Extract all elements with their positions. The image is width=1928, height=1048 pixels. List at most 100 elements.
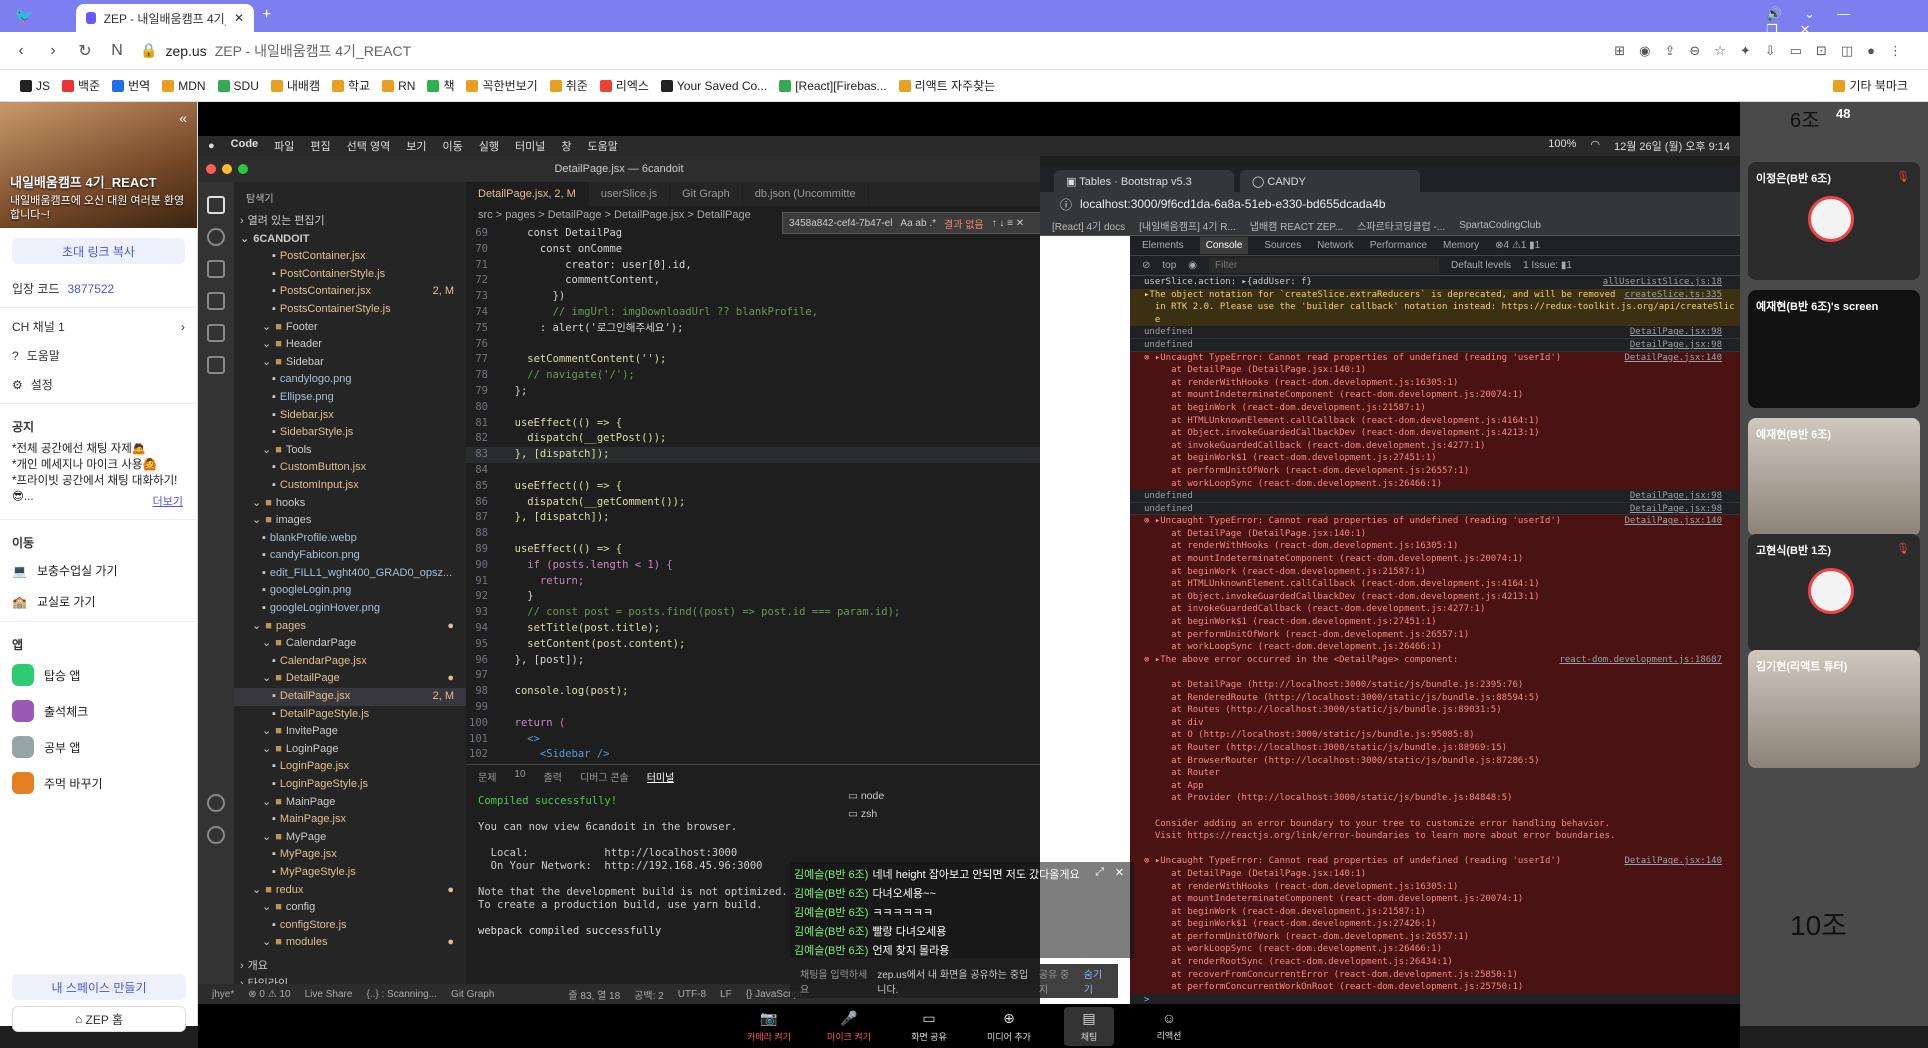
source-control-icon[interactable] [207, 260, 225, 278]
bookmark-item[interactable]: Your Saved Co... [660, 79, 767, 93]
file-tree-item[interactable]: ▪ googleLoginHover.png [234, 600, 466, 618]
outline-section[interactable]: › 개요 [234, 958, 466, 976]
file-tree-item[interactable]: ▪ blankProfile.webp [234, 530, 466, 548]
mac-menu-item[interactable]: 파일 [274, 138, 294, 154]
console-source-link[interactable]: DetailPage.jsx:140 [1624, 855, 1740, 868]
mac-menu-item[interactable]: 편집 [310, 138, 330, 154]
bookmark-item[interactable]: 꼭한번보기 [466, 77, 538, 94]
url-field[interactable]: 🔒 zep.us ZEP - 내일배움캠프 4기_REACT [140, 41, 411, 61]
find-nav-icons[interactable]: ↑ ↓ ≡ ✕ [992, 218, 1025, 229]
panel-tab[interactable]: 터미널 [646, 769, 675, 784]
video-tile[interactable]: 예재현(B반 6조)'s screen [1748, 290, 1920, 408]
file-tree-item[interactable]: ▪ googleLogin.png [234, 582, 466, 600]
settings-link[interactable]: ⚙ 설정 [0, 370, 197, 399]
issues-count[interactable]: 1 Issue: ▮1 [1523, 260, 1572, 271]
bookmark-item[interactable]: 리액트 자주찾는 [898, 77, 995, 94]
file-tree-item[interactable]: ▪ PostsContainerStyle.js [234, 301, 466, 319]
file-tree-item[interactable]: ▪ MyPageStyle.js [234, 864, 466, 882]
editor-tab[interactable]: Git Graph [670, 182, 743, 206]
mac-menu-item[interactable]: 터미널 [515, 138, 545, 154]
mac-menu-item[interactable]: 선택 영역 [347, 138, 391, 154]
bookmark-item[interactable]: 내배캠 [270, 77, 320, 94]
back-icon[interactable]: ‹ [12, 42, 30, 60]
file-tree-item[interactable]: ▪ Ellipse.png [234, 389, 466, 407]
file-tree-item[interactable]: ⌄ ■ images [234, 512, 466, 530]
my-space-button[interactable]: 내 스페이스 만들기 [12, 974, 186, 1000]
root-folder[interactable]: ⌄ 6CANDOIT [234, 231, 466, 249]
file-tree-item[interactable]: ▪ MainPage.jsx [234, 811, 466, 829]
console-source-link[interactable]: DetailPage.jsx:140 [1624, 515, 1740, 528]
file-tree-item[interactable]: ▪ candyFabicon.png [234, 547, 466, 565]
channel-selector[interactable]: CH 채널 1 › [0, 312, 197, 341]
editor-tab[interactable]: db.json (Uncommitte [743, 182, 869, 206]
file-tree-item[interactable]: ⌄ ■ pages ● [234, 618, 466, 636]
find-input[interactable]: 3458a842-cef4-7b47-el [789, 218, 892, 229]
zep-home-button[interactable]: ⌂ ZEP 홈 [12, 1006, 186, 1032]
clear-console-icon[interactable]: ⊘ [1142, 260, 1150, 271]
file-tree-item[interactable]: ⌄ ■ CalendarPage [234, 635, 466, 653]
console-source-link[interactable]: react-dom.development.js:18687 [1559, 654, 1740, 667]
file-tree-item[interactable]: ▪ DetailPage.jsx 2, M [234, 688, 466, 706]
dev-bookmark[interactable]: 냅배캠 REACT ZEP... [1250, 218, 1343, 233]
participant-count[interactable]: 48 [1836, 106, 1850, 121]
dev-browser-address-bar[interactable]: ⓘ localhost:3000/9f6cd1da-6a8a-51eb-e330… [1040, 192, 1740, 216]
panel-tab[interactable]: 디버그 콘솔 [580, 769, 629, 784]
reload-icon[interactable]: ↻ [76, 41, 94, 61]
panel-tab[interactable]: 문제 [478, 769, 496, 784]
minimize-window-icon[interactable] [222, 164, 232, 174]
extensions-icon[interactable] [207, 324, 225, 342]
close-window-icon[interactable] [206, 164, 216, 174]
console-source-link[interactable]: DetailPage.jsx:98 [1630, 326, 1740, 338]
file-tree-item[interactable]: ⌄ ■ Sidebar [234, 354, 466, 372]
bookmark-item[interactable]: RN [382, 79, 415, 93]
video-tile[interactable]: 고현식(B반 1조) 🎙 [1748, 534, 1920, 652]
move-item[interactable]: 💻 보충수업실 가기 [0, 555, 197, 586]
file-tree-item[interactable]: ▪ PostsContainer.jsx 2, M [234, 283, 466, 301]
status-item[interactable]: UTF-8 [678, 989, 706, 1000]
devtools-tab[interactable]: Elements [1142, 240, 1184, 251]
terminal-shell[interactable]: ▭ zsh [842, 805, 1040, 823]
mac-menu-item[interactable]: 실행 [479, 138, 499, 154]
bookmark-item[interactable]: MDN [162, 79, 206, 93]
toolbar-button[interactable]: 📷 카메라 켜기 [744, 1010, 794, 1043]
bookmark-item[interactable]: JS [20, 79, 50, 93]
editor-tab[interactable]: DetailPage.jsx, 2, M [466, 182, 589, 206]
expand-chat-icon[interactable]: ⤢ [1095, 866, 1104, 879]
editor-tab[interactable]: userSlice.js [589, 182, 671, 206]
remote-icon[interactable] [207, 356, 225, 374]
eye-icon[interactable]: ◉ [1188, 260, 1197, 271]
maximize-window-icon[interactable] [238, 164, 248, 174]
file-tree-item[interactable]: ⌄ ■ Tools [234, 442, 466, 460]
file-tree-item[interactable]: ⌄ ■ Footer [234, 319, 466, 337]
status-item[interactable]: Live Share [305, 989, 353, 1000]
search-icon[interactable] [207, 228, 225, 246]
new-tab-button[interactable]: + [262, 6, 271, 24]
file-tree-item[interactable]: ▪ LoginPageStyle.js [234, 776, 466, 794]
dev-bookmark[interactable]: [React] 4기 docs [1052, 218, 1125, 233]
dev-bookmark[interactable]: SpartaCodingClub [1459, 220, 1541, 231]
close-chat-icon[interactable]: ✕ [1115, 866, 1124, 879]
bookmark-item[interactable]: 책 [427, 77, 454, 94]
find-options[interactable]: Aa ab .* [900, 218, 936, 229]
context-selector[interactable]: top [1162, 260, 1176, 271]
file-tree-item[interactable]: ⌄ ■ config [234, 899, 466, 917]
mac-menu-item[interactable]: 도움말 [587, 138, 617, 154]
open-editors-section[interactable]: › 열려 있는 편집기 [234, 213, 466, 231]
log-levels-dropdown[interactable]: Default levels [1451, 260, 1511, 271]
close-tab-icon[interactable]: ✕ [234, 11, 244, 25]
status-item[interactable]: {..} : Scanning... [366, 989, 437, 1000]
status-item[interactable]: LF [720, 989, 732, 1000]
file-tree-item[interactable]: ⌄ ■ MainPage [234, 794, 466, 812]
toolbar-button[interactable]: ⊕ 미디어 추가 [984, 1010, 1034, 1043]
file-tree-item[interactable]: ⌄ ■ InvitePage [234, 723, 466, 741]
code-area[interactable]: 69 const DetailPag 70 const onComme 71 cre… [466, 226, 1040, 764]
forward-icon[interactable]: › [44, 42, 62, 60]
browser-toolbar-icons[interactable]: ⊞◉⇪⊖☆✦⇩▭⊡◫●⋮ [1614, 43, 1916, 59]
file-tree-item[interactable]: ▪ DetailPageStyle.js [234, 706, 466, 724]
app-item[interactable]: 탑승 앱 [0, 657, 197, 693]
help-link[interactable]: ? 도움말 [0, 341, 197, 370]
file-tree-item[interactable]: ▪ CalendarPage.jsx [234, 653, 466, 671]
status-item[interactable]: 공백: 2 [634, 987, 664, 1002]
file-tree-item[interactable]: ⌄ ■ hooks [234, 495, 466, 513]
file-tree-item[interactable]: ▪ MyPage.jsx [234, 846, 466, 864]
